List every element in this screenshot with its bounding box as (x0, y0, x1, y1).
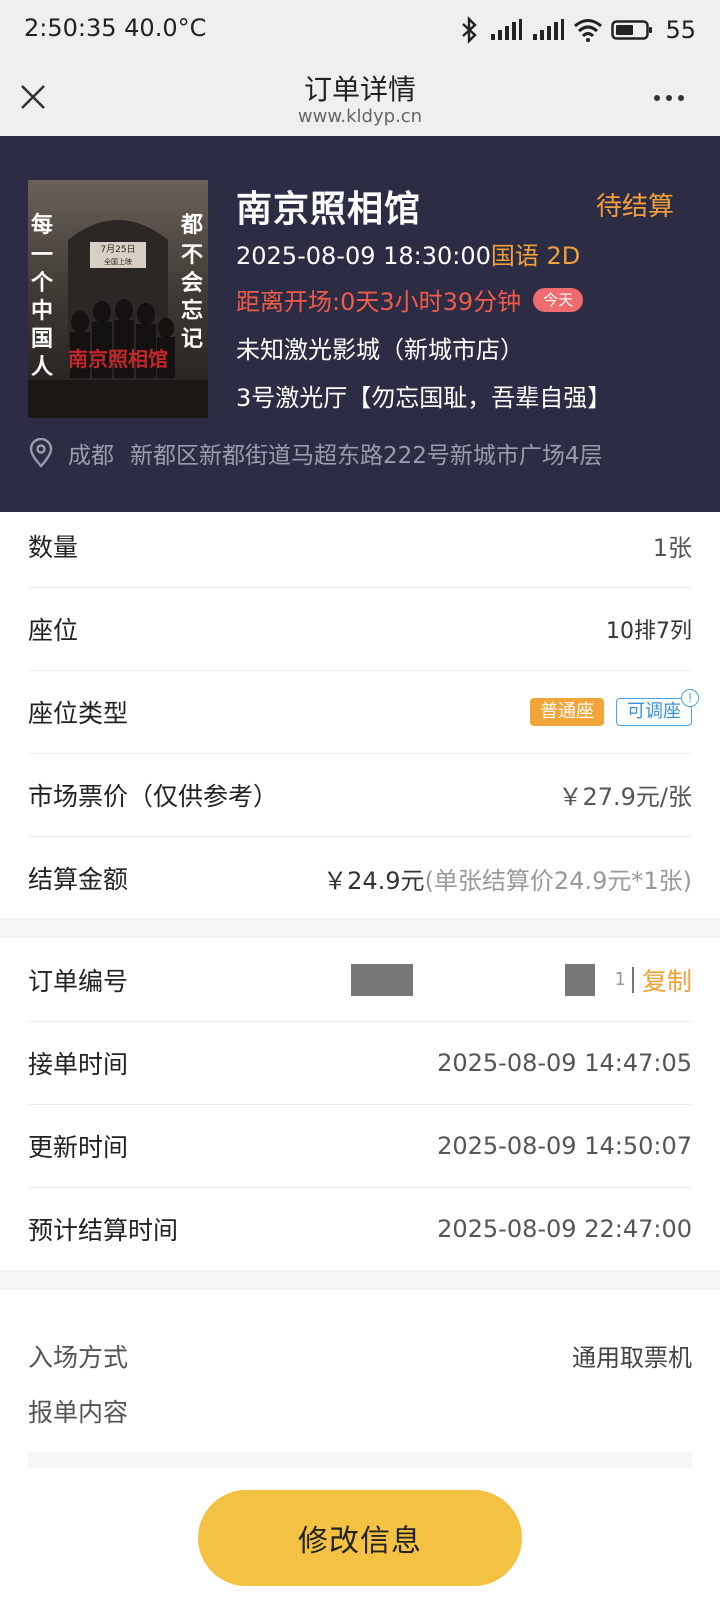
svg-text:忘: 忘 (181, 298, 203, 324)
tag-adjustable-label: 可调座 (627, 700, 681, 722)
address-text: 新都区新都街道马超东路222号新城市广场4层 (130, 443, 603, 469)
signal-icon (491, 19, 523, 40)
edit-info-button[interactable]: 修改信息 (198, 1490, 522, 1586)
settle-time-row: 预计结算时间 2025-08-09 22:47:00 (28, 1187, 692, 1271)
seat-label: 座位 (28, 615, 79, 645)
showtime: 2025-08-09 18:30:00国语 2D (236, 236, 580, 271)
page-url: www.kldyp.cn (297, 106, 423, 127)
entry-label: 入场方式 (28, 1343, 129, 1372)
market-price-row: 市场票价（仅供参考） ￥27.9元/张 (28, 753, 692, 837)
redacted-block (350, 963, 413, 996)
status-time: 2:50:35 40.0°C (24, 14, 207, 42)
report-label: 报单内容 (28, 1398, 129, 1427)
svg-text:人: 人 (31, 354, 53, 380)
svg-text:中: 中 (31, 298, 53, 324)
report-row: 报单内容 (28, 1393, 692, 1429)
settlement-row: 结算金额 ￥24.9元 (单张结算价24.9元*1张) (28, 836, 692, 920)
address: 成都 新都区新都街道马超东路222号新城市广场4层 (28, 436, 603, 470)
movie-title: 南京照相馆 (236, 189, 422, 230)
redacted-block-2 (564, 963, 595, 996)
status-icons: 55 (459, 14, 696, 46)
accept-time-row: 接单时间 2025-08-09 14:47:05 (28, 1021, 692, 1105)
update-time-label: 更新时间 (28, 1132, 129, 1162)
header: 订单详情 www.kldyp.cn (0, 60, 720, 136)
today-badge: 今天 (533, 287, 584, 312)
movie-panel: 南京照相馆 7月25日 全国上映 每一个 中国人 都不会 忘记 南京照相馆 待结… (0, 136, 720, 512)
more-icon[interactable] (652, 88, 686, 108)
order-number-value: 1 复制 (350, 962, 692, 998)
report-content-box (28, 1452, 692, 1468)
svg-text:国: 国 (31, 326, 53, 352)
order-number-label: 订单编号 (28, 966, 129, 996)
copy-button[interactable]: 复制 (642, 962, 692, 998)
info-icon[interactable]: ! (681, 688, 699, 707)
section-divider-2 (0, 1270, 720, 1290)
showtime-datetime: 2025-08-09 18:30:00 (236, 242, 491, 270)
hall-name: 3号激光厅【勿忘国耻，吾辈自强】 (236, 384, 612, 412)
cinema-name: 未知激光影城（新城市店） (236, 336, 524, 364)
settlement-label: 结算金额 (28, 865, 129, 894)
seat-row: 座位 10排7列 (28, 587, 692, 671)
signal-icon-2 (533, 19, 565, 40)
svg-text:7月25日: 7月25日 (100, 244, 135, 255)
wifi-icon (574, 19, 603, 42)
battery-level: 55 (665, 16, 696, 44)
svg-text:记: 记 (181, 326, 203, 352)
svg-text:每: 每 (31, 212, 53, 238)
settlement-amount: ￥24.9元 (单张结算价24.9元*1张) (323, 861, 692, 896)
page-title: 订单详情 (303, 73, 416, 106)
update-time-value: 2025-08-09 14:50:07 (437, 1131, 692, 1160)
order-number-row: 订单编号 1 复制 (28, 938, 692, 1022)
seat-type-tags: 普通座 可调座 ! (530, 688, 699, 726)
svg-text:一: 一 (31, 242, 53, 268)
settlement-note: (单张结算价24.9元*1张) (424, 866, 692, 895)
quantity-row: 数量 1张 (28, 504, 692, 588)
bluetooth-icon (462, 16, 478, 44)
order-number-suffix: 1 (614, 969, 626, 990)
order-status: 待结算 (595, 192, 674, 222)
status-bar: 2:50:35 40.0°C 55 (0, 0, 720, 60)
settle-time-value: 2025-08-09 22:47:00 (437, 1215, 692, 1243)
tag-adjustable-seat[interactable]: 可调座 ! (616, 688, 699, 726)
entry-row: 入场方式 通用取票机 (28, 1338, 692, 1374)
market-price-value: ￥27.9元/张 (558, 783, 692, 811)
separator (631, 966, 634, 993)
svg-text:个: 个 (31, 270, 54, 296)
countdown: 距离开场:0天3小时39分钟 今天 (236, 282, 584, 317)
location-pin-icon (29, 438, 53, 468)
poster-logo: 南京照相馆 (68, 347, 168, 371)
svg-text:全国上映: 全国上映 (104, 257, 132, 266)
accept-time-label: 接单时间 (28, 1049, 129, 1079)
accept-time-value: 2025-08-09 14:47:05 (437, 1048, 692, 1077)
battery-icon (611, 20, 653, 40)
seat-type-row: 座位类型 普通座 可调座 ! (28, 670, 699, 754)
settle-time-label: 预计结算时间 (28, 1216, 179, 1245)
movie-poster: 南京照相馆 7月25日 全国上映 每一个 中国人 都不会 忘记 (28, 180, 208, 418)
quantity-value: 1张 (652, 534, 692, 562)
section-divider (0, 918, 720, 938)
countdown-text: 距离开场:0天3小时39分钟 (236, 288, 522, 316)
svg-text:会: 会 (181, 270, 203, 296)
svg-text:不: 不 (181, 242, 203, 268)
city: 成都 (68, 443, 114, 469)
seat-type-label: 座位类型 (28, 698, 129, 728)
showtime-language: 国语 2D (490, 242, 581, 270)
seat-value: 10排7列 (606, 618, 692, 644)
entry-value: 通用取票机 (572, 1344, 692, 1372)
quantity-label: 数量 (28, 532, 79, 562)
svg-text:都: 都 (180, 212, 203, 238)
tag-standard-seat: 普通座 (530, 697, 604, 726)
market-price-label: 市场票价（仅供参考） (28, 781, 279, 811)
settlement-value: ￥24.9元 (323, 866, 425, 895)
update-time-row: 更新时间 2025-08-09 14:50:07 (28, 1104, 692, 1188)
